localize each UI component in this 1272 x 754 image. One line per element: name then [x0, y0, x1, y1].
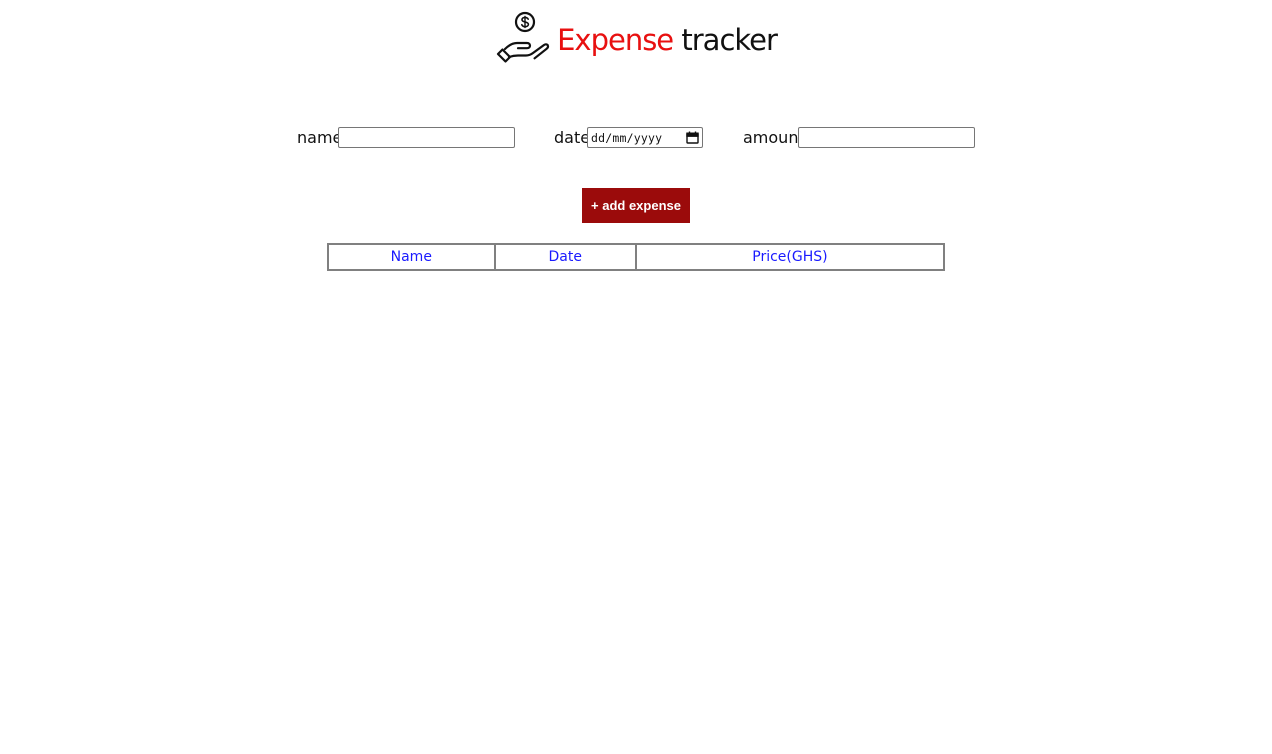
expense-form: name date dd/mm/yyyy amount — [0, 126, 1272, 150]
title-rest-text: tracker — [673, 22, 778, 57]
name-input[interactable] — [338, 127, 515, 148]
date-input[interactable]: dd/mm/yyyy — [587, 127, 703, 148]
column-header-date: Date — [493, 245, 635, 269]
date-placeholder: dd/mm/yyyy — [591, 130, 663, 145]
column-header-price: Price(GHS) — [634, 245, 943, 269]
amount-label: amount — [743, 128, 805, 147]
add-expense-button[interactable]: + add expense — [582, 188, 690, 223]
page-title: Expense tracker — [557, 22, 778, 57]
column-header-name: Name — [390, 249, 432, 265]
app-header: Expense tracker — [0, 8, 1272, 68]
name-label: name — [297, 128, 343, 147]
amount-input[interactable] — [798, 127, 975, 148]
calendar-icon[interactable] — [686, 131, 699, 144]
table-header-row: Name Date Price(GHS) — [329, 245, 943, 269]
date-label: date — [554, 128, 591, 147]
hand-holding-coin-icon — [496, 11, 550, 63]
expense-table: Name Date Price(GHS) — [327, 243, 945, 271]
title-accent-text: Expense — [557, 22, 674, 57]
expense-tracker-page: Expense tracker name date dd/mm/yyyy amo… — [0, 0, 1272, 754]
